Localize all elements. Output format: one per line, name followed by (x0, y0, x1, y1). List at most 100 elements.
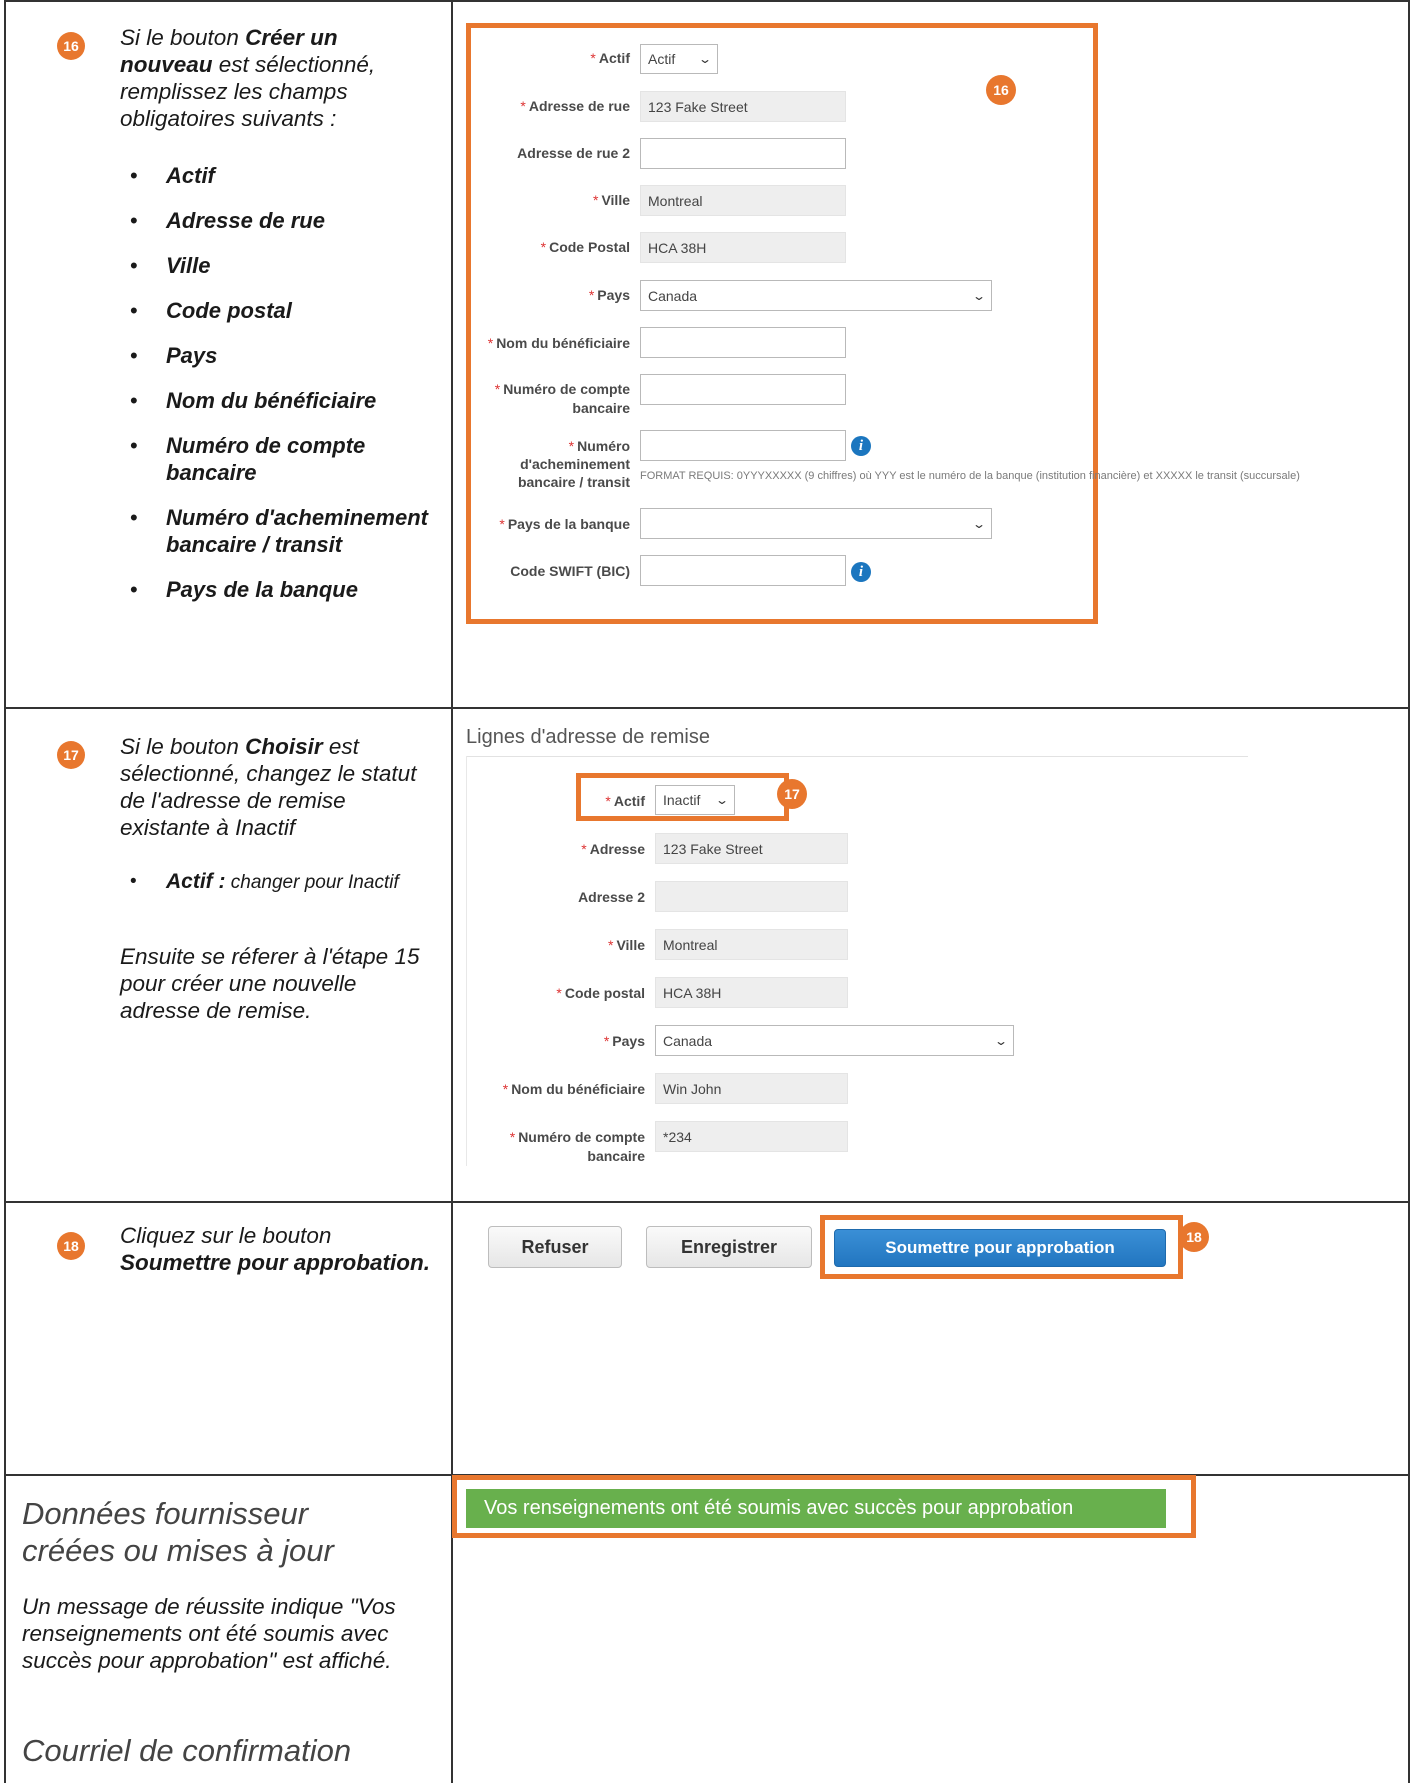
submit-for-approval-button[interactable]: Soumettre pour approbation (834, 1229, 1166, 1267)
actif-select-17-value: Inactif (663, 792, 701, 808)
list-item: Adresse de rue (120, 207, 440, 234)
step16-intro-pre: Si le bouton (120, 25, 246, 50)
country-select-17[interactable]: Canada ⌄ (655, 1025, 1014, 1056)
address-input-17-value: 123 Fake Street (663, 840, 763, 857)
chevron-down-icon: ⌄ (993, 1033, 1009, 1048)
routing-format-hint: FORMAT REQUIS: 0YYYXXXXX (9 chiffres) où… (640, 470, 1300, 482)
actif-select[interactable]: Actif ⌄ (640, 44, 718, 74)
address-label-17: * Adresse (581, 841, 645, 857)
postal-input-17[interactable]: HCA 38H (655, 977, 848, 1008)
country-select-value: Canada (648, 287, 698, 304)
actif-label-17: * Actif (605, 793, 645, 809)
country-select[interactable]: Canada ⌄ (640, 280, 992, 311)
step17-followup: Ensuite se réferer à l'étape 15 pour cré… (120, 944, 420, 1023)
street-label: * Adresse de rue (520, 98, 630, 114)
email-heading: Courriel de confirmation (22, 1733, 352, 1768)
city-input-value: Montreal (648, 192, 703, 209)
beneficiary-input-17-value: Win John (663, 1080, 722, 1097)
account-input-17-value: *234 (663, 1128, 692, 1145)
swift-label: Code SWIFT (BIC) (510, 563, 630, 579)
country-label: * Pays (588, 287, 630, 303)
step17-instruction: Si le bouton Choisir est sélectionné, ch… (120, 733, 430, 841)
bank-country-select[interactable]: ⌄ (640, 508, 992, 539)
account-input-17[interactable]: *234 (655, 1121, 848, 1152)
account-input[interactable] (640, 374, 846, 405)
actif-label: * Actif (590, 50, 630, 66)
form-badge-18: 18 (1179, 1222, 1209, 1252)
account-label-17: * Numéro de compte bancaire (509, 1129, 645, 1164)
city-input-17[interactable]: Montreal (655, 929, 848, 960)
address-input-17[interactable]: 123 Fake Street (655, 833, 848, 864)
list-item: Numéro d'acheminement bancaire / transit (120, 504, 440, 558)
step17-bullet-list: Actif : changer pour Inactif (120, 870, 430, 895)
table-row-divider-1 (4, 707, 1410, 709)
info-icon[interactable]: i (851, 562, 871, 582)
section-title-remittance: Lignes d'adresse de remise (466, 726, 710, 748)
final-description: Un message de réussite indique "Vos rens… (22, 1594, 396, 1673)
street2-label: Adresse de rue 2 (517, 145, 630, 161)
list-item: Actif : changer pour Inactif (120, 870, 430, 895)
beneficiary-input-17[interactable]: Win John (655, 1073, 848, 1104)
swift-input[interactable] (640, 555, 846, 586)
list-item: Code postal (120, 297, 440, 324)
step17-intro-bold: Choisir (245, 734, 323, 759)
chevron-down-icon: ⌄ (697, 52, 713, 66)
list-item: Pays de la banque (120, 576, 440, 603)
list-item: Nom du bénéficiaire (120, 387, 440, 414)
country-label-17: * Pays (603, 1033, 645, 1049)
postal-label-17: * Code postal (556, 985, 645, 1001)
form-badge-17: 17 (777, 779, 807, 809)
step17-intro-pre: Si le bouton (120, 734, 246, 759)
table-border-right (1408, 0, 1410, 1783)
account-label: * Numéro de compte bancaire (494, 381, 630, 416)
postal-input-value: HCA 38H (648, 239, 707, 256)
postal-input-17-value: HCA 38H (663, 984, 722, 1001)
street-input-value: 123 Fake Street (648, 98, 748, 115)
info-icon[interactable]: i (851, 436, 871, 456)
step18-intro-bold: Soumettre pour approbation. (120, 1250, 431, 1275)
city-label: * Ville (593, 192, 630, 208)
table-row-divider-2 (4, 1201, 1410, 1203)
step-badge-16: 16 (57, 32, 85, 60)
city-label-17: * Ville (608, 937, 645, 953)
step18-intro-pre: Cliquez sur le bouton (120, 1223, 332, 1248)
list-item: Pays (120, 342, 440, 369)
save-button[interactable]: Enregistrer (646, 1226, 812, 1268)
form-badge-16: 16 (986, 75, 1016, 105)
step-badge-18: 18 (57, 1232, 85, 1260)
beneficiary-label: * Nom du bénéficiaire (487, 335, 630, 351)
chevron-down-icon: ⌄ (714, 793, 730, 807)
step16-required-fields-list: Actif Adresse de rue Ville Code postal P… (120, 162, 440, 603)
address2-input-17[interactable] (655, 881, 848, 912)
refuse-button[interactable]: Refuser (488, 1226, 622, 1268)
list-item: Actif (120, 162, 440, 189)
section-divider (466, 756, 1248, 757)
actif-select-17[interactable]: Inactif ⌄ (655, 785, 735, 815)
step-badge-17: 17 (57, 741, 85, 769)
actif-select-value: Actif (648, 51, 676, 67)
address2-label-17: Adresse 2 (578, 889, 645, 905)
list-item: Ville (120, 252, 440, 279)
success-banner: Vos renseignements ont été soumis avec s… (466, 1489, 1166, 1528)
street-input[interactable]: 123 Fake Street (640, 91, 846, 122)
postal-input[interactable]: HCA 38H (640, 232, 846, 263)
beneficiary-label-17: * Nom du bénéficiaire (502, 1081, 645, 1097)
city-input-17-value: Montreal (663, 936, 718, 953)
chevron-down-icon: ⌄ (971, 288, 987, 303)
section-left-rule (466, 756, 467, 1166)
final-heading: Données fournisseur créées ou mises à jo… (22, 1496, 334, 1568)
street2-input[interactable] (640, 138, 846, 169)
list-item: Numéro de compte bancaire (120, 432, 440, 486)
beneficiary-input[interactable] (640, 327, 846, 358)
country-select-17-value: Canada (663, 1032, 713, 1049)
step18-instruction: Cliquez sur le bouton Soumettre pour app… (120, 1222, 430, 1276)
table-border-left (4, 0, 6, 1783)
postal-label: * Code Postal (540, 239, 630, 255)
routing-input[interactable] (640, 430, 846, 461)
city-input[interactable]: Montreal (640, 185, 846, 216)
bank-country-label: * Pays de la banque (499, 516, 630, 532)
table-border-top (4, 0, 1410, 2)
chevron-down-icon: ⌄ (971, 516, 987, 531)
step16-instruction: Si le bouton Créer un nouveau est sélect… (120, 24, 430, 132)
routing-label: * Numéro d'acheminement bancaire / transit (517, 438, 630, 490)
